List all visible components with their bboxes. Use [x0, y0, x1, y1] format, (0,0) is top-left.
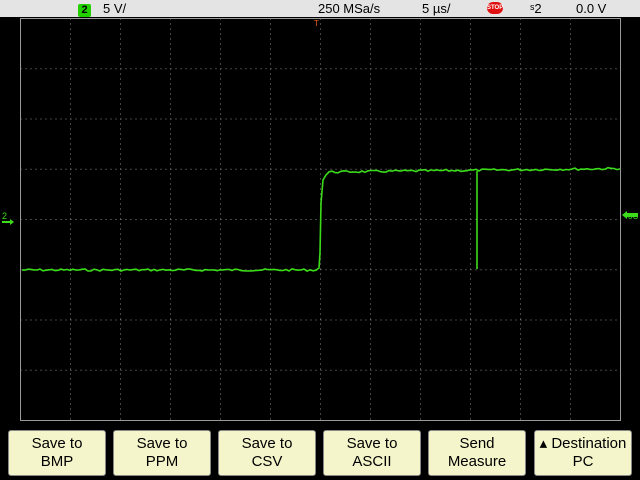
- trigger-level: 0.0 V: [576, 1, 607, 16]
- sample-rate: 250 MSa/s: [318, 1, 381, 16]
- waveform-graticule: T 2 0C: [2, 18, 638, 421]
- trigger-level-marker: 0C: [628, 212, 638, 221]
- status-bar: 2 5 V/ 250 MSa/s 5 µs/ STOP ˢ2 0.0 V: [0, 0, 640, 17]
- channel-number: 2: [78, 4, 91, 17]
- send-measure-button[interactable]: Send Measure: [428, 430, 526, 476]
- save-csv-button[interactable]: Save to CSV: [218, 430, 316, 476]
- channel-2-badge: 2: [78, 1, 91, 17]
- destination-button[interactable]: ▴ Destination PC: [534, 430, 632, 476]
- channel-scale: 5 V/: [103, 1, 127, 16]
- save-ascii-button[interactable]: Save to ASCII: [323, 430, 421, 476]
- channel-ground-marker: 2: [2, 211, 7, 221]
- trigger-indicator: ˢ2: [530, 1, 542, 16]
- channel-2-trace: [21, 166, 621, 272]
- timebase: 5 µs/: [422, 1, 451, 16]
- trigger-position-marker: T: [314, 19, 319, 28]
- waveform-display[interactable]: T 2 0C: [0, 18, 640, 423]
- stop-icon: STOP: [487, 2, 503, 17]
- stop-label: STOP: [487, 2, 503, 14]
- save-bmp-button[interactable]: Save to BMP: [8, 430, 106, 476]
- softkey-bar: Save to BMP Save to PPM Save to CSV Save…: [0, 426, 640, 480]
- save-ppm-button[interactable]: Save to PPM: [113, 430, 211, 476]
